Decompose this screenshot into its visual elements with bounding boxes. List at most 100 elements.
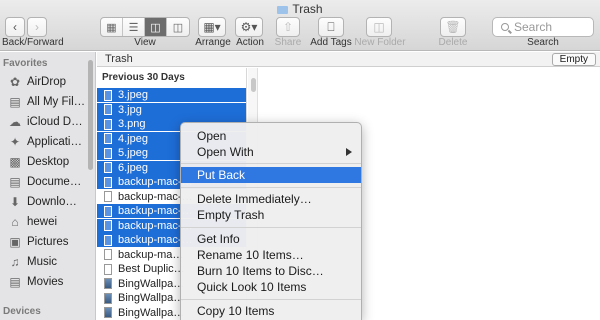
toolbar: Trash ‹ › Back/Forward ▦ ☰ ◫ ◫ View ▦▾ A…: [0, 0, 600, 51]
menu-item-open[interactable]: Open: [181, 128, 361, 144]
file-name: 3.jpg: [118, 103, 142, 116]
file-name: backup-ma…: [118, 248, 184, 261]
devices-header: Devices: [3, 306, 41, 317]
chevron-right-icon: ›: [35, 20, 39, 34]
search-icon: [501, 23, 509, 31]
file-icon: [104, 249, 112, 260]
file-icon: [104, 220, 112, 231]
sidebar-item-home[interactable]: ⌂ hewei: [8, 212, 92, 232]
desktop-icon: ▩: [9, 155, 21, 169]
list-view-button[interactable]: ☰: [123, 18, 145, 36]
delete-label: Delete: [438, 37, 468, 48]
downloads-icon: ⬇: [9, 195, 21, 209]
file-name: BingWallpa…: [118, 277, 185, 290]
sidebar-item-music[interactable]: ♫ Music: [8, 252, 92, 272]
menu-separator: [181, 163, 361, 164]
icon-view-button[interactable]: ▦: [101, 18, 123, 36]
back-button[interactable]: ‹: [5, 17, 25, 37]
breadcrumb: Trash: [105, 53, 133, 65]
file-name: 3.jpeg: [118, 89, 148, 101]
file-name: 5.jpeg: [118, 147, 148, 159]
file-name: 6.jpeg: [118, 161, 148, 174]
file-name: 3.png: [118, 118, 146, 130]
search-input[interactable]: Search: [492, 17, 594, 37]
trash-icon: 🗑: [445, 20, 461, 34]
sidebar-item-icloud-drive[interactable]: ☁ iCloud D…: [8, 112, 92, 132]
favorites-header: Favorites: [3, 58, 48, 69]
new-folder-button[interactable]: ◫: [366, 17, 392, 37]
add-tags-label: Add Tags: [310, 37, 352, 48]
add-tags-button[interactable]: ⎕: [318, 17, 344, 37]
sidebar-scrollbar[interactable]: [88, 60, 93, 170]
menu-separator: [181, 227, 361, 228]
sidebar-item-applications[interactable]: ✦ Applicati…: [8, 132, 92, 152]
menu-item-put-back[interactable]: Put Back: [181, 167, 361, 183]
column-header: Previous 30 Days: [102, 72, 185, 83]
menu-separator: [181, 187, 361, 188]
menu-item-delete-immediately[interactable]: Delete Immediately…: [181, 191, 361, 207]
sidebar-item-downloads[interactable]: ⬇ Downlo…: [8, 192, 92, 212]
pictures-icon: ▣: [9, 235, 21, 249]
menu-separator: [181, 299, 361, 300]
file-icon: [104, 104, 112, 115]
share-label: Share: [274, 37, 302, 48]
delete-button[interactable]: 🗑: [440, 17, 466, 37]
view-label: View: [134, 37, 156, 48]
file-icon: [104, 263, 112, 275]
file-icon: [104, 118, 112, 130]
menu-item-empty-trash[interactable]: Empty Trash: [181, 207, 361, 223]
file-icon: [104, 205, 112, 217]
gear-icon: ⚙▾: [240, 20, 258, 34]
music-icon: ♫: [10, 255, 20, 269]
airdrop-icon: ✿: [9, 75, 21, 89]
grid-icon: ▦▾: [203, 20, 221, 34]
sidebar-item-pictures[interactable]: ▣ Pictures: [8, 232, 92, 252]
file-row[interactable]: 3.jpeg: [97, 88, 246, 102]
share-icon: ⇧: [282, 20, 294, 34]
sidebar-item-movies[interactable]: ▤ Movies: [8, 272, 92, 292]
menu-item-burn[interactable]: Burn 10 Items to Disc…: [181, 263, 361, 279]
file-icon: [104, 278, 112, 289]
menu-item-copy[interactable]: Copy 10 Items: [181, 303, 361, 319]
menu-item-get-info[interactable]: Get Info: [181, 231, 361, 247]
path-bar: Trash Empty: [97, 52, 600, 67]
file-icon: [104, 307, 112, 318]
column-view-button[interactable]: ◫: [145, 18, 167, 36]
file-icon: [104, 147, 112, 159]
tag-icon: ⎕: [327, 19, 335, 34]
view-switcher[interactable]: ▦ ☰ ◫ ◫: [100, 17, 190, 37]
sidebar-item-documents[interactable]: ▤ Docume…: [8, 172, 92, 192]
new-folder-label: New Folder: [354, 37, 406, 48]
sidebar-item-airdrop[interactable]: ✿ AirDrop: [8, 72, 92, 92]
forward-button[interactable]: ›: [27, 17, 47, 37]
menu-item-open-with[interactable]: Open With: [181, 144, 361, 160]
search-label: Search: [527, 37, 559, 48]
home-icon: ⌂: [11, 215, 19, 229]
file-row[interactable]: 3.jpg: [97, 102, 246, 117]
menu-item-rename[interactable]: Rename 10 Items…: [181, 247, 361, 263]
menu-item-quick-look[interactable]: Quick Look 10 Items: [181, 279, 361, 295]
submenu-arrow-icon: [346, 148, 352, 156]
file-icon: [104, 191, 112, 202]
share-button[interactable]: ⇧: [276, 17, 300, 37]
file-icon: [104, 133, 112, 144]
applications-icon: ✦: [9, 135, 21, 149]
action-label: Action: [236, 37, 264, 48]
action-button[interactable]: ⚙▾: [235, 17, 263, 37]
file-icon: [104, 292, 112, 304]
window-title: Trash: [0, 2, 600, 16]
context-menu: Open Open With Put Back Delete Immediate…: [180, 122, 362, 320]
scroll-thumb[interactable]: [251, 78, 256, 92]
arrange-button[interactable]: ▦▾: [198, 17, 226, 37]
sidebar-item-desktop[interactable]: ▩ Desktop: [8, 152, 92, 172]
new-folder-icon: ◫: [373, 20, 385, 34]
empty-trash-button[interactable]: Empty: [551, 53, 596, 66]
file-name: 4.jpeg: [118, 132, 148, 145]
sidebar-item-all-my-files[interactable]: ▤ All My Fil…: [8, 92, 92, 112]
folder-icon: [277, 6, 289, 14]
all-files-icon: ▤: [9, 95, 21, 109]
file-name: BingWallpa…: [118, 306, 185, 319]
cover-flow-view-button[interactable]: ◫: [167, 18, 189, 36]
documents-icon: ▤: [9, 175, 21, 189]
back-forward-label: Back/Forward: [2, 37, 64, 48]
